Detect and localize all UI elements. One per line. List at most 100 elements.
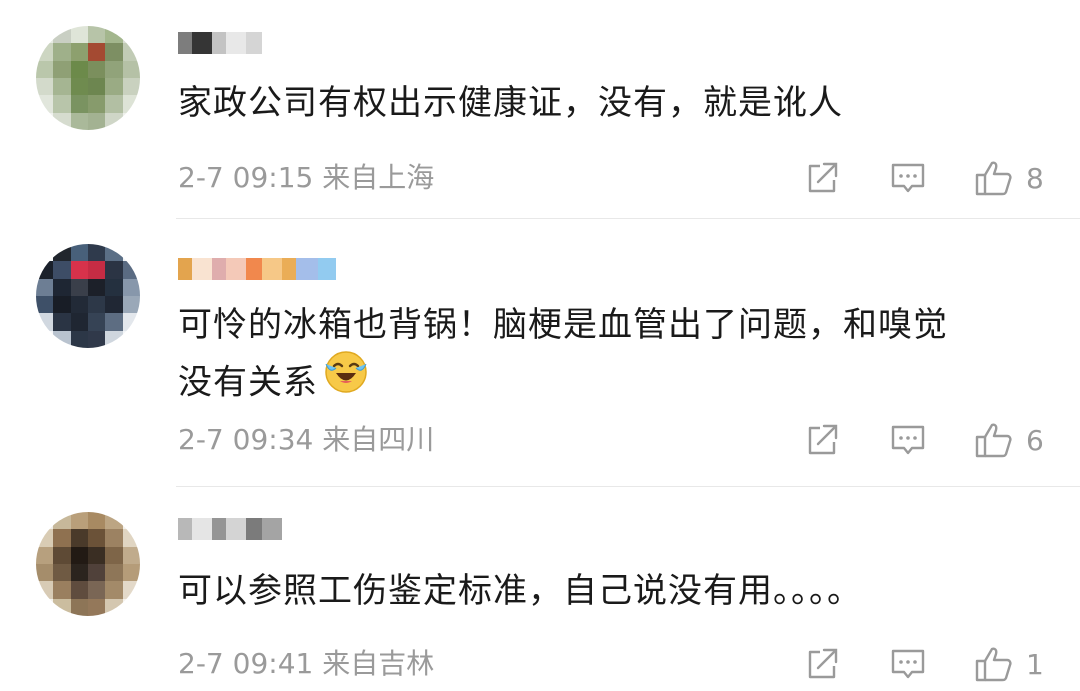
avatar-pixel [70,313,88,331]
avatar-pixel [105,546,123,564]
avatar[interactable] [36,512,140,616]
avatar-pixel [88,43,106,61]
avatar-pixel [105,278,123,296]
avatar-pixel [53,95,71,113]
avatar-pixel [53,546,71,564]
avatar-pixel [122,278,140,296]
username-pixel [212,32,226,54]
like-count: 1 [1026,647,1044,681]
avatar-pixel [53,330,71,348]
avatar-pixel [36,43,54,61]
comment-meta: 2-7 09:15 来自上海 [178,158,434,198]
avatar-pixel [122,95,140,113]
avatar-pixel [88,261,106,279]
username-blurred[interactable] [178,256,336,282]
like-button[interactable] [974,420,1014,460]
avatar-pixel [88,60,106,78]
avatar-pixel [70,512,88,530]
avatar-pixel [53,581,71,599]
avatar-pixel [53,512,71,530]
comment-text: 可以参照工伤鉴定标准，自己说没有用。。。。 [178,564,862,618]
share-icon [808,424,838,455]
reply-button[interactable] [888,644,928,684]
avatar-pixel [122,546,140,564]
avatar-pixel [70,529,88,547]
avatar-pixel [122,296,140,314]
username-pixel [178,32,192,54]
like-count: 8 [1026,161,1044,195]
avatar-pixel [36,112,54,130]
comment-actions: 1 [802,644,1044,684]
avatar-pixel [88,95,106,113]
comment-text-line: 可以参照工伤鉴定标准，自己说没有用。。。。 [178,571,862,611]
comment-text: 可怜的冰箱也背锅！脑梗是血管出了问题，和嗅觉 没有关系 [178,298,948,416]
thumbs-up-icon [975,423,1012,458]
comment-icon [891,163,925,193]
username-pixel [212,258,226,280]
username-pixel [246,258,262,280]
avatar-pixel [53,244,71,262]
avatar-pixel [105,564,123,582]
comment-time: 2-7 09:41 [178,647,314,680]
avatar-pixel [70,95,88,113]
avatar-pixel [36,564,54,582]
avatar[interactable] [36,244,140,348]
username-pixel [262,258,282,280]
avatar[interactable] [36,26,140,130]
comment-meta: 2-7 09:41 来自吉林 [178,644,434,684]
avatar-pixel [88,78,106,96]
avatar-pixel [36,598,54,616]
avatar-pixel [88,564,106,582]
avatar-pixel [88,598,106,616]
avatar-pixel [105,296,123,314]
avatar-pixel [105,598,123,616]
avatar-pixel [122,112,140,130]
avatar-pixel [36,546,54,564]
avatar-pixel [70,278,88,296]
username-pixel [246,32,262,54]
avatar-pixel [53,296,71,314]
avatar-pixel [88,296,106,314]
username-blurred[interactable] [178,516,282,542]
avatar-pixel [36,26,54,44]
avatar-pixel [88,26,106,44]
avatar-pixel [122,529,140,547]
share-button[interactable] [802,158,842,198]
avatar-pixel [70,26,88,44]
avatar-pixel [70,581,88,599]
comment-location: 来自上海 [322,161,435,194]
avatar-pixel [70,330,88,348]
comment-time: 2-7 09:15 [178,161,314,194]
share-button[interactable] [802,644,842,684]
reply-button[interactable] [888,420,928,460]
avatar-pixel [122,60,140,78]
avatar-pixel [122,78,140,96]
avatar-pixel [53,60,71,78]
avatar-pixel [105,330,123,348]
share-icon [808,648,838,679]
divider [176,486,1080,487]
avatar-pixel [36,278,54,296]
avatar-pixel [53,112,71,130]
avatar-pixel [88,512,106,530]
share-button[interactable] [802,420,842,460]
avatar-pixel [122,581,140,599]
avatar-pixel [36,95,54,113]
like-button[interactable] [974,158,1014,198]
avatar-pixel [70,296,88,314]
username-pixel [226,518,246,540]
thumbs-up-icon [975,647,1012,682]
avatar-pixel [88,581,106,599]
reply-button[interactable] [888,158,928,198]
avatar-pixel [70,43,88,61]
share-icon [808,162,838,193]
comment-location: 来自四川 [322,423,435,456]
avatar-pixel [105,43,123,61]
comment-text-line: 没有关系 [178,351,948,416]
username-blurred[interactable] [178,30,262,56]
comment-icon [891,425,925,455]
thumbs-up-icon [975,161,1012,196]
like-button[interactable] [974,644,1014,684]
username-pixel [192,258,212,280]
comment-time: 2-7 09:34 [178,423,314,456]
